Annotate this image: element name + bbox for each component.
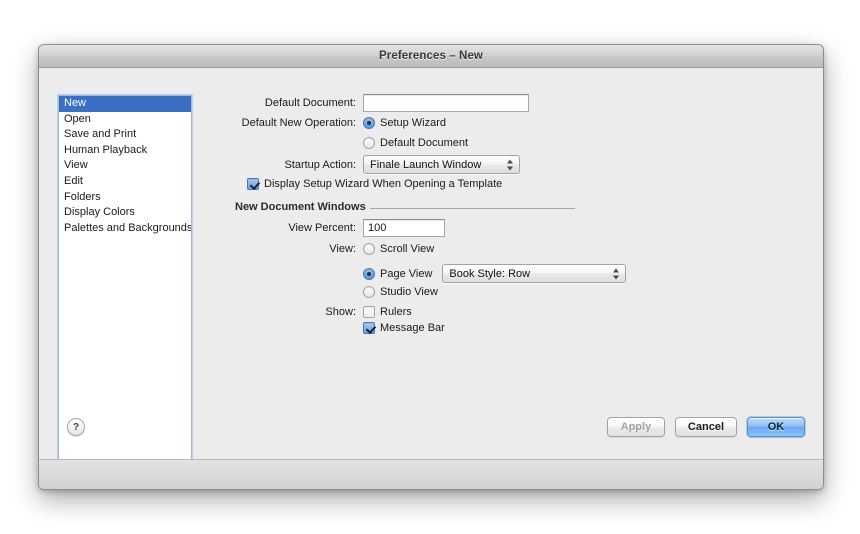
help-button[interactable]: ? bbox=[67, 418, 85, 436]
page-view-style-value: Book Style: Row bbox=[449, 267, 531, 280]
startup-action-select[interactable]: Finale Launch Window bbox=[363, 155, 520, 174]
preferences-window: Preferences – New New Open Save and Prin… bbox=[38, 44, 824, 490]
sidebar-item-label: Folders bbox=[64, 190, 101, 203]
checkbox-label: Rulers bbox=[380, 306, 412, 318]
new-document-windows-group-header: New Document Windows bbox=[235, 201, 575, 213]
radio-setup-wizard[interactable]: Setup Wizard bbox=[363, 117, 446, 129]
radio-studio-view[interactable]: Studio View bbox=[363, 286, 438, 298]
default-document-input[interactable] bbox=[363, 94, 529, 112]
default-document-label: Default Document: bbox=[264, 97, 356, 109]
window-title: Preferences – New bbox=[379, 50, 483, 62]
radio-indicator-icon bbox=[363, 117, 375, 129]
preferences-category-list[interactable]: New Open Save and Print Human Playback V… bbox=[58, 95, 192, 465]
display-setup-wizard-label: Display Setup Wizard When Opening a Temp… bbox=[264, 178, 503, 190]
sidebar-item-folders[interactable]: Folders bbox=[59, 190, 191, 206]
sidebar-item-label: New bbox=[64, 97, 87, 109]
radio-label: Scroll View bbox=[380, 243, 435, 255]
message-bar-row: Message Bar bbox=[363, 322, 445, 334]
sidebar-item-label: Human Playback bbox=[64, 143, 148, 156]
sidebar-item-palettes-and-backgrounds[interactable]: Palettes and Backgrounds bbox=[59, 221, 191, 237]
group-divider bbox=[369, 207, 575, 209]
view-label: View: bbox=[329, 243, 356, 255]
default-new-operation-row: Default New Operation: Setup Wizard bbox=[199, 117, 446, 129]
view-percent-label: View Percent: bbox=[288, 222, 356, 234]
sidebar-item-new[interactable]: New bbox=[59, 96, 191, 112]
page-view-style-select[interactable]: Book Style: Row bbox=[442, 264, 627, 283]
show-row: Show: Rulers bbox=[199, 306, 412, 318]
radio-indicator-icon bbox=[363, 286, 375, 298]
startup-action-label: Startup Action: bbox=[284, 158, 356, 171]
apply-button[interactable]: Apply bbox=[606, 417, 665, 437]
checkbox-indicator-icon bbox=[363, 322, 375, 334]
window-title-bar: Preferences – New bbox=[39, 45, 823, 68]
sidebar-item-human-playback[interactable]: Human Playback bbox=[59, 143, 191, 159]
studio-view-row: Studio View bbox=[363, 286, 438, 298]
sidebar-item-label: Edit bbox=[64, 174, 83, 187]
radio-indicator-icon bbox=[363, 137, 375, 149]
checkbox-rulers[interactable]: Rulers bbox=[363, 306, 412, 318]
ok-button[interactable]: OK bbox=[747, 417, 805, 437]
sidebar-item-edit[interactable]: Edit bbox=[59, 174, 191, 190]
radio-scroll-view[interactable]: Scroll View bbox=[363, 243, 434, 255]
sidebar-item-open[interactable]: Open bbox=[59, 112, 191, 128]
sidebar-item-label: Save and Print bbox=[64, 128, 137, 141]
sidebar-item-display-colors[interactable]: Display Colors bbox=[59, 205, 191, 221]
window-footer bbox=[39, 460, 823, 489]
sidebar-item-label: Palettes and Backgrounds bbox=[64, 221, 192, 234]
view-percent-row: View Percent: bbox=[199, 219, 445, 237]
updown-arrows-icon bbox=[507, 158, 514, 171]
checkbox-message-bar[interactable]: Message Bar bbox=[363, 322, 445, 334]
startup-action-row: Startup Action: Finale Launch Window bbox=[199, 155, 520, 174]
default-document-row: Default Document: bbox=[199, 94, 529, 112]
dialog-button-bar: Apply Cancel OK bbox=[606, 417, 805, 437]
show-label: Show: bbox=[325, 306, 356, 318]
help-icon: ? bbox=[72, 421, 80, 433]
preferences-content-pane: Default Document: Default New Operation:… bbox=[199, 90, 799, 470]
window-body: New Open Save and Print Human Playback V… bbox=[39, 68, 823, 489]
cancel-button[interactable]: Cancel bbox=[674, 417, 737, 437]
radio-label: Default Document bbox=[380, 137, 469, 149]
startup-action-value: Finale Launch Window bbox=[370, 158, 482, 171]
radio-indicator-icon bbox=[363, 267, 375, 280]
sidebar-item-view[interactable]: View bbox=[59, 158, 191, 174]
radio-indicator-icon bbox=[363, 243, 375, 255]
sidebar-item-label: View bbox=[64, 159, 88, 172]
view-percent-input[interactable] bbox=[363, 219, 445, 237]
sidebar-item-label: Display Colors bbox=[64, 206, 135, 219]
radio-label: Setup Wizard bbox=[380, 117, 447, 129]
radio-default-document[interactable]: Default Document bbox=[363, 137, 468, 149]
updown-arrows-icon bbox=[613, 267, 620, 280]
default-new-operation-row-2: Default Document bbox=[363, 137, 468, 149]
view-row: View: Scroll View bbox=[199, 243, 434, 255]
checkbox-label: Message Bar bbox=[380, 322, 445, 334]
checkbox-indicator-icon bbox=[247, 178, 259, 190]
page-view-row: Page View Book Style: Row bbox=[363, 264, 627, 283]
default-new-operation-label: Default New Operation: bbox=[241, 117, 356, 129]
display-setup-wizard-row[interactable]: Display Setup Wizard When Opening a Temp… bbox=[247, 178, 502, 190]
group-title: New Document Windows bbox=[235, 201, 366, 213]
sidebar-item-save-and-print[interactable]: Save and Print bbox=[59, 127, 191, 143]
checkbox-indicator-icon bbox=[363, 306, 375, 318]
sidebar-item-label: Open bbox=[64, 112, 91, 125]
radio-label: Page View bbox=[380, 267, 433, 280]
radio-page-view[interactable]: Page View bbox=[363, 267, 433, 280]
radio-label: Studio View bbox=[380, 286, 438, 298]
